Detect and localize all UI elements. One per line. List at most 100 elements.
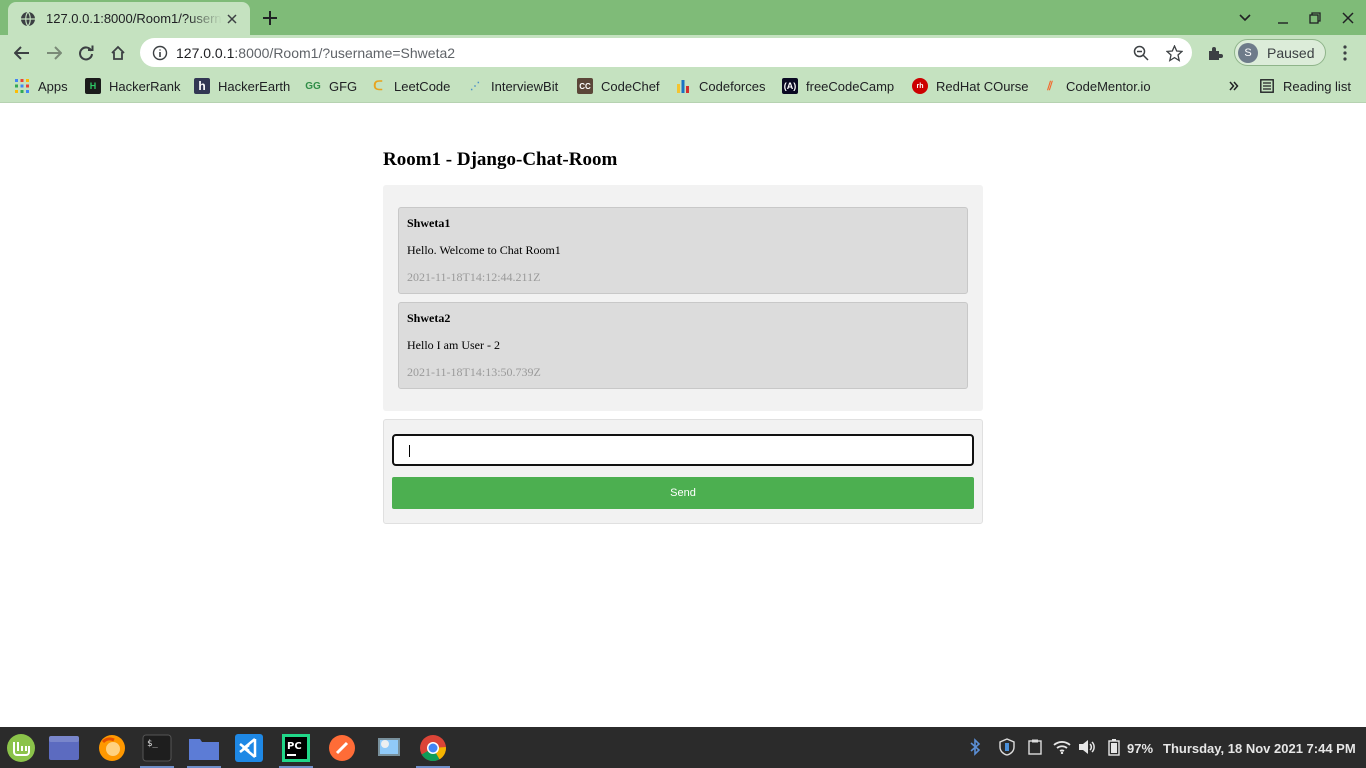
interviewbit-icon: ⋰	[470, 80, 480, 92]
bookmark-hackerearth[interactable]: h HackerEarth	[194, 77, 290, 95]
bookmark-label: Codeforces	[699, 78, 766, 94]
web-page: Room1 - Django-Chat-Room Shweta1 Hello. …	[0, 104, 1366, 727]
codechef-icon: CC	[577, 78, 593, 94]
new-tab-button[interactable]	[259, 7, 281, 29]
system-settings-icon[interactable]	[372, 731, 406, 765]
bookmark-label: InterviewBit	[491, 78, 559, 94]
hackerearth-icon: h	[194, 78, 210, 94]
forward-button[interactable]	[40, 39, 68, 67]
message-text: Hello I am User - 2	[407, 338, 500, 352]
avatar: S	[1238, 42, 1258, 63]
codeforces-icon	[675, 78, 691, 94]
bluetooth-icon[interactable]	[966, 738, 984, 756]
mint-menu-icon[interactable]	[4, 731, 38, 765]
svg-text:PC: PC	[287, 741, 302, 752]
restore-button[interactable]	[1305, 8, 1325, 28]
globe-icon	[20, 11, 36, 27]
bookmark-label: RedHat COurse	[936, 78, 1029, 94]
wifi-icon[interactable]	[1053, 738, 1071, 756]
gfg-icon: GG	[305, 80, 321, 92]
bookmark-label: HackerEarth	[218, 78, 291, 94]
update-shield-icon[interactable]	[998, 738, 1016, 756]
bookmark-label: LeetCode	[394, 78, 451, 94]
bookmark-redhat[interactable]: rh RedHat COurse	[912, 77, 1028, 95]
browser-tab-strip: 127.0.0.1:8000/Room1/?username=Shweta2	[0, 0, 1366, 35]
freecodecamp-icon: (A)	[782, 78, 798, 94]
reading-list-label: Reading list	[1283, 78, 1351, 94]
info-icon[interactable]	[152, 45, 168, 61]
bookmark-gfg[interactable]: GG GFG	[305, 77, 357, 95]
bookmark-interviewbit[interactable]: ⋰ InterviewBit	[467, 77, 558, 95]
bookmark-label: CodeMentor.io	[1066, 78, 1151, 94]
bookmark-label: GFG	[329, 78, 358, 94]
chat-message: Shweta1 Hello. Welcome to Chat Room1 202…	[398, 207, 968, 294]
text-caret	[409, 445, 410, 457]
send-button[interactable]: Send	[392, 477, 974, 509]
battery-icon[interactable]	[1105, 738, 1123, 756]
tab-title: 127.0.0.1:8000/Room1/?username=Shweta2	[46, 11, 222, 26]
url-path: :8000/Room1/?username=Shweta2	[234, 44, 456, 61]
bookmark-codementor[interactable]: ⫽ CodeMentor.io	[1042, 77, 1151, 95]
bookmarks-overflow-icon[interactable]	[1229, 77, 1239, 95]
bookmarks-bar: Apps H HackerRank h HackerEarth GG GFG ᑕ…	[0, 70, 1366, 103]
reading-list-button[interactable]: Reading list	[1259, 77, 1351, 95]
leetcode-icon: ᑕ	[373, 78, 383, 93]
profile-button[interactable]: S Paused	[1234, 39, 1326, 66]
pycharm-icon[interactable]: PC	[279, 731, 313, 768]
apps-grid-icon	[14, 78, 30, 94]
message-input[interactable]	[392, 434, 974, 466]
postman-icon[interactable]	[325, 731, 359, 765]
terminal-icon[interactable]: $_	[140, 731, 174, 768]
vscode-icon[interactable]	[232, 731, 266, 765]
page-title: Room1 - Django-Chat-Room	[383, 149, 618, 170]
reading-list-icon	[1259, 78, 1275, 94]
reload-button[interactable]	[72, 39, 100, 67]
volume-icon[interactable]	[1078, 738, 1096, 756]
bookmark-leetcode[interactable]: ᑕ LeetCode	[370, 77, 450, 95]
chevron-down-icon[interactable]	[1235, 8, 1255, 28]
message-form: Send	[383, 419, 983, 524]
address-bar[interactable]: 127.0.0.1:8000/Room1/?username=Shweta2	[140, 38, 1192, 67]
close-icon[interactable]	[224, 11, 240, 27]
zoom-icon[interactable]	[1132, 44, 1150, 62]
bookmark-label: CodeChef	[601, 78, 660, 94]
message-text: Hello. Welcome to Chat Room1	[407, 243, 561, 257]
url-host: 127.0.0.1	[176, 44, 235, 61]
browser-toolbar: 127.0.0.1:8000/Room1/?username=Shweta2 S…	[0, 35, 1366, 70]
codementor-icon: ⫽	[1047, 78, 1053, 93]
profile-status: Paused	[1267, 44, 1315, 61]
redhat-icon: rh	[912, 78, 928, 94]
bookmark-label: freeCodeCamp	[806, 78, 895, 94]
bookmark-apps[interactable]: Apps	[14, 77, 68, 95]
svg-text:$_: $_	[147, 739, 158, 749]
menu-icon[interactable]	[1331, 39, 1359, 67]
url-text: 127.0.0.1:8000/Room1/?username=Shweta2	[176, 45, 455, 61]
chat-message: Shweta2 Hello I am User - 2 2021-11-18T1…	[398, 302, 968, 389]
show-desktop-icon[interactable]	[47, 731, 81, 765]
bookmark-codechef[interactable]: CC CodeChef	[577, 77, 660, 95]
home-button[interactable]	[104, 39, 132, 67]
bookmark-label: HackerRank	[109, 78, 181, 94]
os-taskbar: $_ PC 97% Thursday, 18 Nov 2021 7:44 PM	[0, 727, 1366, 768]
message-username: Shweta2	[407, 311, 451, 325]
clipboard-icon[interactable]	[1026, 738, 1044, 756]
chat-log: Shweta1 Hello. Welcome to Chat Room1 202…	[383, 185, 983, 411]
firefox-icon[interactable]	[95, 731, 129, 765]
extensions-icon[interactable]	[1201, 39, 1229, 67]
bookmark-codeforces[interactable]: Codeforces	[675, 77, 765, 95]
chrome-icon[interactable]	[416, 731, 450, 768]
clock[interactable]: Thursday, 18 Nov 2021 7:44 PM	[1163, 741, 1356, 756]
bookmark-freecodecamp[interactable]: (A) freeCodeCamp	[782, 77, 894, 95]
message-timestamp: 2021-11-18T14:12:44.211Z	[407, 270, 541, 284]
hackerrank-icon: H	[85, 78, 101, 94]
back-button[interactable]	[8, 39, 36, 67]
close-window-button[interactable]	[1338, 8, 1358, 28]
battery-percent: 97%	[1127, 741, 1154, 756]
star-icon[interactable]	[1165, 44, 1183, 62]
browser-tab[interactable]: 127.0.0.1:8000/Room1/?username=Shweta2	[8, 2, 250, 35]
message-timestamp: 2021-11-18T14:13:50.739Z	[407, 365, 541, 379]
files-icon[interactable]	[187, 731, 221, 768]
bookmark-hackerrank[interactable]: H HackerRank	[85, 77, 181, 95]
message-username: Shweta1	[407, 216, 451, 230]
minimize-button[interactable]	[1273, 8, 1293, 28]
